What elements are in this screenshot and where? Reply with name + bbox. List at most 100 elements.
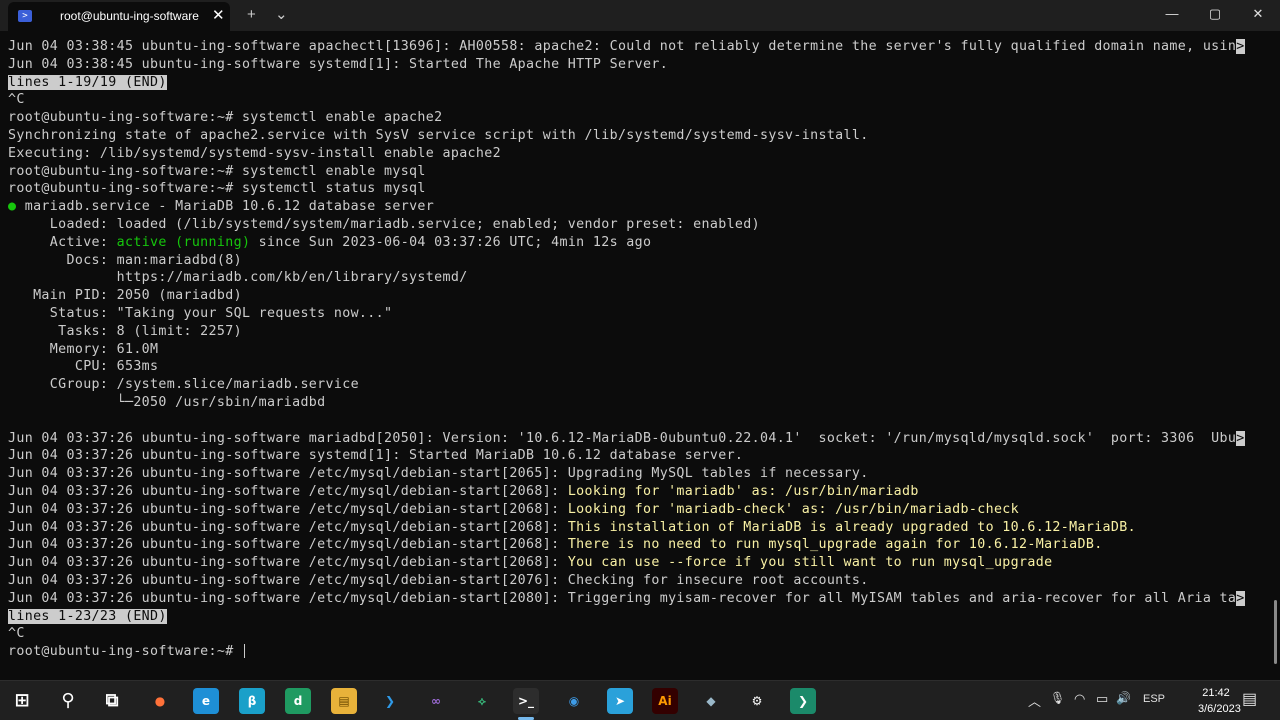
terminal-text: There is no need to run mysql_upgrade ag… [567, 537, 1103, 553]
vscode-icon[interactable]: ❯ [377, 688, 403, 714]
terminal-output[interactable]: Jun 04 03:38:45 ubuntu-ing-software apac… [0, 31, 1268, 680]
language-indicator[interactable]: ESP [1143, 693, 1165, 705]
task-view-icon[interactable]: ⧉ [99, 688, 125, 714]
terminal-text: ^C [8, 92, 25, 108]
volume-icon[interactable]: 🔊 [1116, 691, 1131, 705]
terminal-text: You can use --force if you still want to… [567, 555, 1053, 571]
edge-beta-icon[interactable]: β [239, 688, 265, 714]
terminal-line: Jun 04 03:38:45 ubuntu-ing-software syst… [8, 56, 668, 74]
terminal-text: ^C [8, 626, 25, 642]
terminal-text: Jun 04 03:37:26 ubuntu-ing-software /etc… [8, 484, 568, 499]
terminal-text: mariadb.service - MariaDB 10.6.12 databa… [16, 199, 435, 215]
edge-dev-icon[interactable]: d [285, 688, 311, 714]
terminal-line: lines 1-23/23 (END) [8, 608, 167, 626]
terminal-line: Jun 04 03:37:26 ubuntu-ing-software /etc… [8, 572, 869, 590]
terminal-text: Looking for 'mariadb' as: /usr/bin/maria… [567, 484, 919, 499]
clock-time: 21:42 [1202, 687, 1230, 699]
scrollbar-thumb[interactable] [1274, 600, 1277, 664]
terminal-text: CPU: 653ms [8, 359, 159, 375]
terminal-line: ^C [8, 91, 25, 109]
terminal-text: root@ubuntu-ing-software:~# systemctl en… [8, 110, 443, 126]
terminal-text: Jun 04 03:37:26 ubuntu-ing-software syst… [8, 448, 744, 464]
terminal-text: Jun 04 03:37:26 ubuntu-ing-software /etc… [8, 519, 568, 535]
terminal-line: root@ubuntu-ing-software:~# systemctl en… [8, 163, 426, 181]
terminal-line: Jun 04 03:37:26 ubuntu-ing-software /etc… [8, 590, 1245, 608]
microphone-icon[interactable]: 🎙 [1050, 691, 1065, 705]
terminal-line: CPU: 653ms [8, 358, 158, 376]
terminal-line: Main PID: 2050 (mariadbd) [8, 287, 242, 305]
browser-app-icon[interactable]: ◉ [561, 688, 587, 714]
firefox-icon[interactable]: ● [147, 688, 173, 714]
terminal-text: Jun 04 03:37:26 ubuntu-ing-software /etc… [8, 466, 869, 482]
battery-icon[interactable]: ▭ [1096, 691, 1108, 707]
terminal-line: Synchronizing state of apache2.service w… [8, 127, 869, 145]
terminal-line: CGroup: /system.slice/mariadb.service [8, 376, 359, 394]
telegram-icon[interactable]: ➤ [607, 688, 633, 714]
settings-icon[interactable]: ⚙ [744, 688, 770, 714]
terminal-text: Memory: 61.0M [8, 341, 159, 357]
maximize-button[interactable]: ▢ [1205, 6, 1225, 22]
terminal-text: Jun 04 03:37:26 ubuntu-ing-software /etc… [8, 590, 1237, 606]
terminal-text: Tasks: 8 (limit: 2257) [8, 323, 242, 339]
tab-close-icon[interactable]: ✕ [212, 7, 225, 25]
terminal-text: root@ubuntu-ing-software:~# [8, 644, 242, 660]
search-icon[interactable]: ⚲ [55, 688, 81, 714]
clock-date: 3/6/2023 [1198, 703, 1241, 715]
terminal-line: ● mariadb.service - MariaDB 10.6.12 data… [8, 198, 434, 216]
terminal-text: Executing: /lib/systemd/systemd-sysv-ins… [8, 145, 501, 161]
tab-terminal[interactable]: > root@ubuntu-ing-software ✕ [8, 2, 230, 31]
close-window-button[interactable]: ✕ [1248, 6, 1268, 22]
terminal-text: Jun 04 03:37:26 ubuntu-ing-software /etc… [8, 573, 869, 588]
terminal-line: Jun 04 03:37:26 ubuntu-ing-software /etc… [8, 465, 869, 483]
app-icon[interactable]: ◆ [698, 688, 724, 714]
terminal-line: Memory: 61.0M [8, 341, 158, 359]
start-button[interactable]: ⊞ [9, 688, 35, 714]
terminal-line: root@ubuntu-ing-software:~# [8, 643, 245, 661]
terminal-text: Looking for 'mariadb-check' as: /usr/bin… [567, 501, 1020, 517]
visual-studio-icon[interactable]: ∞ [423, 688, 449, 714]
new-tab-button[interactable]: + [247, 6, 256, 24]
clock[interactable]: 21:42 3/6/2023 [1198, 685, 1241, 717]
title-bar: > root@ubuntu-ing-software ✕ + ⌄ — ▢ ✕ [0, 0, 1280, 31]
vscode-insiders-icon[interactable]: ⟡ [469, 688, 495, 714]
terminal-line: Jun 04 03:37:26 ubuntu-ing-software /etc… [8, 554, 1052, 572]
edge-icon[interactable]: e [193, 688, 219, 714]
terminal-line: Executing: /lib/systemd/systemd-sysv-ins… [8, 145, 501, 163]
tray-chevron-icon[interactable]: ︿ [1028, 691, 1041, 710]
text-cursor [243, 644, 245, 659]
wifi-icon[interactable]: ◠ [1074, 691, 1085, 707]
taskbar: ︿ 🎙 ◠ ▭ 🔊 ESP 21:42 3/6/2023 ▤ ⊞ ⚲ ⧉ ● e β d ▤ ❯… [0, 680, 1280, 720]
terminal-line: root@ubuntu-ing-software:~# systemctl en… [8, 109, 442, 127]
terminal-text: Jun 04 03:38:45 ubuntu-ing-software syst… [8, 56, 669, 72]
terminal-text: └─2050 /usr/sbin/mariadbd [8, 395, 326, 410]
terminal-line: Jun 04 03:37:26 ubuntu-ing-software /etc… [8, 483, 919, 501]
terminal-icon[interactable]: >_ [513, 688, 539, 714]
powershell-app-icon[interactable]: ❯ [790, 688, 816, 714]
terminal-line: ^C [8, 625, 25, 643]
terminal-line: Jun 04 03:37:26 ubuntu-ing-software /etc… [8, 536, 1103, 554]
terminal-line: └─2050 /usr/sbin/mariadbd [8, 394, 326, 412]
terminal-line: Jun 04 03:37:26 ubuntu-ing-software syst… [8, 447, 743, 465]
illustrator-icon[interactable]: Ai [652, 688, 678, 714]
terminal-text: root@ubuntu-ing-software:~# systemctl st… [8, 181, 426, 197]
terminal-line: Tasks: 8 (limit: 2257) [8, 323, 242, 341]
terminal-text: Jun 04 03:37:26 ubuntu-ing-software /etc… [8, 501, 568, 517]
terminal-line: Jun 04 03:37:26 ubuntu-ing-software /etc… [8, 501, 1019, 519]
dropdown-chevron-icon[interactable]: ⌄ [275, 6, 288, 24]
terminal-text: Loaded: loaded (/lib/systemd/system/mari… [8, 217, 760, 232]
minimize-button[interactable]: — [1162, 6, 1182, 21]
terminal-line: https://mariadb.com/kb/en/library/system… [8, 269, 468, 287]
terminal-text: Jun 04 03:37:26 ubuntu-ing-software /etc… [8, 537, 568, 553]
notifications-icon[interactable]: ▤ [1242, 689, 1257, 709]
terminal-text: Active: [8, 234, 117, 250]
terminal-text: Jun 04 03:37:26 ubuntu-ing-software /etc… [8, 555, 568, 571]
terminal-text: lines 1-23/23 (END) [8, 608, 167, 624]
terminal-line: Docs: man:mariadbd(8) [8, 252, 242, 270]
terminal-text: > [1236, 39, 1245, 54]
terminal-line: Loaded: loaded (/lib/systemd/system/mari… [8, 216, 760, 234]
terminal-line: Jun 04 03:37:26 ubuntu-ing-software mari… [8, 430, 1245, 448]
terminal-line: root@ubuntu-ing-software:~# systemctl st… [8, 180, 426, 198]
file-explorer-icon[interactable]: ▤ [331, 688, 357, 714]
tab-title: root@ubuntu-ing-software [60, 9, 199, 23]
terminal-text: Status: "Taking your SQL requests now...… [8, 306, 393, 321]
